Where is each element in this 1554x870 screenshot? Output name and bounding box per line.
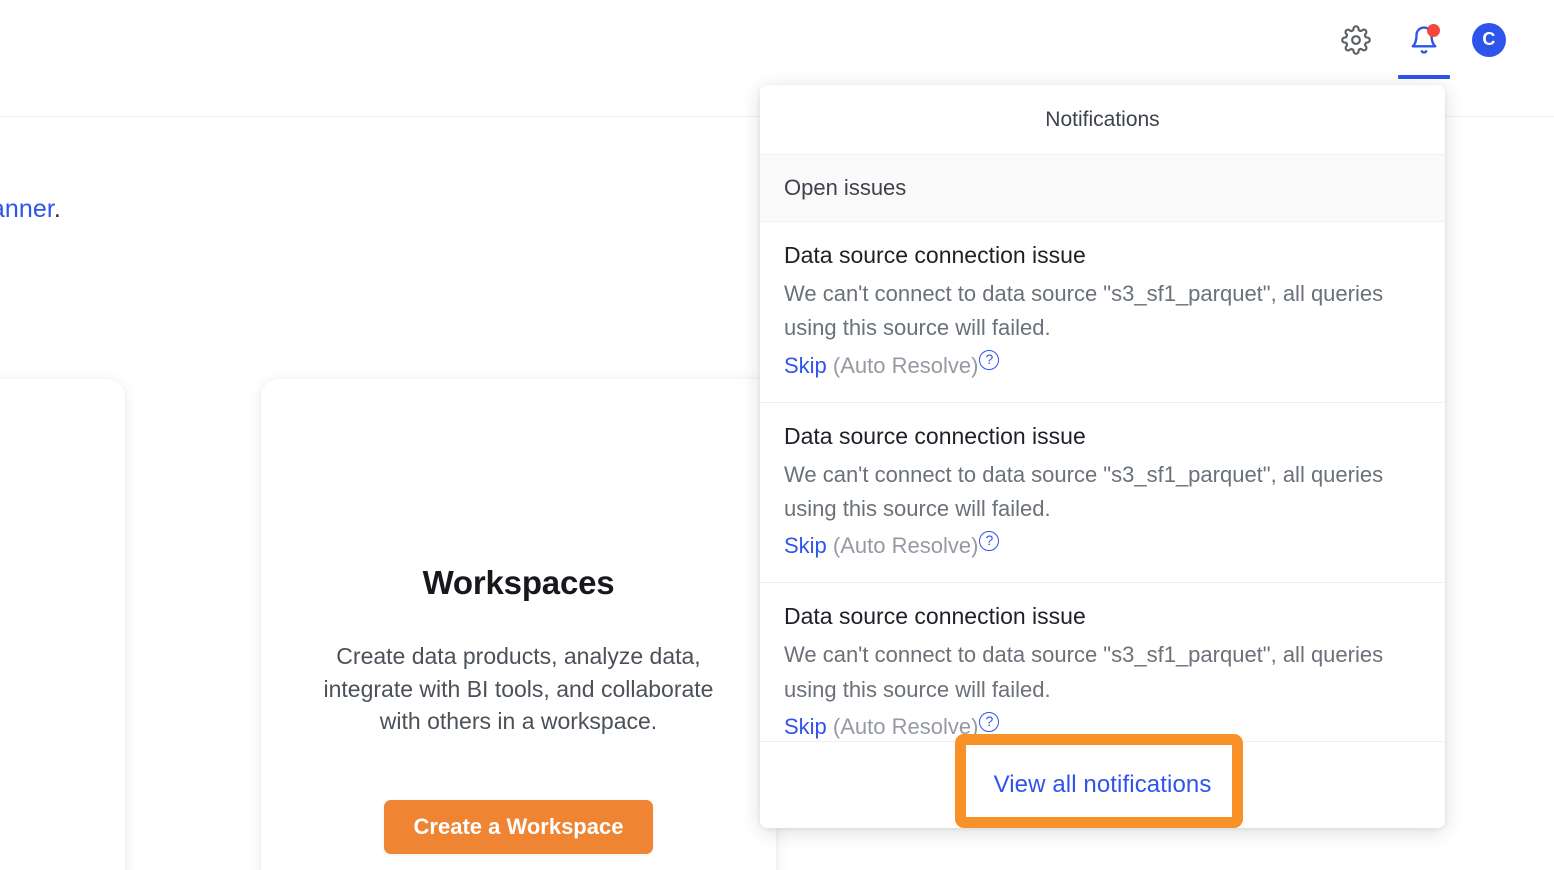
create-workspace-button[interactable]: Create a Workspace	[383, 799, 654, 854]
auto-resolve-label: (Auto Resolve)	[832, 352, 979, 378]
notification-item[interactable]: Data source connection issue We can't co…	[760, 403, 1445, 584]
notification-message: We can't connect to data source "s3_sf1_…	[784, 461, 1384, 522]
notification-actions: Skip (Auto Resolve)?	[784, 710, 1421, 741]
intro-link-period: .	[53, 195, 61, 223]
bell-icon	[1409, 23, 1440, 55]
settings-button[interactable]	[1336, 0, 1376, 79]
skip-link[interactable]: Skip	[784, 353, 827, 378]
question-mark-circle-icon[interactable]: ?	[979, 711, 1000, 732]
skip-link[interactable]: Skip	[784, 533, 827, 558]
notifications-footer: View all notifications	[760, 734, 1445, 828]
notifications-button[interactable]	[1404, 0, 1444, 79]
avatar[interactable]: C	[1472, 22, 1506, 57]
card-workspaces-title: Workspaces	[422, 564, 615, 601]
intro-link[interactable]: o use Canner.	[0, 195, 61, 224]
notification-actions: Skip (Auto Resolve)?	[784, 349, 1421, 382]
skip-link[interactable]: Skip	[784, 714, 827, 739]
notifications-panel: Notifications Open issues Data source co…	[760, 85, 1445, 828]
card-left-desc: ources cess.	[0, 602, 83, 667]
gear-icon	[1341, 24, 1371, 55]
notification-title: Data source connection issue	[784, 242, 1086, 268]
app-screen: C o use Canner. ources cess. Workspaces …	[0, 0, 1554, 870]
card-workspaces-desc: Create data products, analyze data, inte…	[323, 643, 714, 735]
auto-resolve-label: (Auto Resolve)	[832, 533, 979, 559]
card-data-sources[interactable]: ources cess.	[0, 379, 125, 870]
view-all-notifications-link[interactable]: View all notifications	[994, 771, 1212, 799]
open-issues-section-label: Open issues	[760, 155, 1445, 222]
notification-item[interactable]: Data source connection issue We can't co…	[760, 222, 1445, 403]
notification-item[interactable]: Data source connection issue We can't co…	[760, 583, 1445, 741]
notification-message: We can't connect to data source "s3_sf1_…	[784, 642, 1384, 702]
question-mark-circle-icon[interactable]: ?	[979, 531, 1000, 552]
notifications-list: Data source connection issue We can't co…	[760, 222, 1445, 741]
auto-resolve-label: (Auto Resolve)	[832, 714, 979, 740]
notification-message: We can't connect to data source "s3_sf1_…	[784, 281, 1384, 341]
card-workspaces-inner: Workspaces Create data products, analyze…	[261, 379, 776, 870]
card-left-inner: ources cess.	[0, 379, 125, 870]
intro-link-text: o use Canner	[0, 195, 54, 223]
card-workspaces[interactable]: Workspaces Create data products, analyze…	[261, 379, 776, 870]
notification-actions: Skip (Auto Resolve)?	[784, 529, 1421, 562]
notification-title: Data source connection issue	[784, 422, 1086, 449]
notification-title: Data source connection issue	[784, 603, 1086, 630]
notification-badge-dot	[1427, 23, 1440, 37]
question-mark-circle-icon[interactable]: ?	[979, 350, 1000, 371]
notifications-panel-title: Notifications	[760, 85, 1445, 155]
header-actions: C	[1336, 0, 1506, 79]
